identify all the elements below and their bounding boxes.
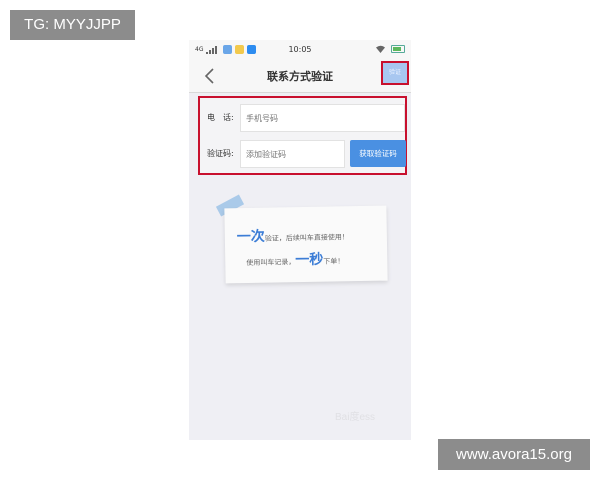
- contact-form: 电 话: 验证码: 获取验证码: [198, 96, 407, 175]
- phone-screen: 4G 10:05 联系方式验证 验证 电 话: 验证码:: [189, 40, 411, 440]
- info-note-card: 一次验证，后续叫车直接使用！ 使用叫车记录，一秒下单！: [224, 205, 388, 284]
- phone-label: 电 话:: [207, 113, 234, 122]
- note-emphasis-once: 一次: [236, 228, 265, 246]
- status-bar: 4G 10:05: [189, 40, 411, 60]
- note-line-1-text: 验证，后续叫车直接使用！: [264, 233, 349, 243]
- baidu-watermark: Bai度ess: [335, 412, 376, 423]
- code-row: 验证码: 获取验证码: [200, 140, 406, 168]
- note-line-2-pre: 使用叫车记录，: [246, 258, 296, 268]
- code-input[interactable]: [240, 140, 345, 168]
- phone-row: 电 话:: [200, 104, 405, 132]
- nav-bar: 联系方式验证 验证: [189, 60, 411, 93]
- note-line-1: 一次验证，后续叫车直接使用！: [237, 224, 349, 246]
- phone-input[interactable]: [240, 104, 405, 132]
- note-line-2: 使用叫车记录，一秒下单！: [246, 248, 344, 270]
- battery-icon: [391, 45, 405, 53]
- page-title: 联系方式验证: [267, 70, 333, 83]
- watermark-top-left: TG: MYYJJPP: [10, 10, 135, 40]
- watermark-bottom-right: www.avora15.org: [438, 439, 590, 470]
- code-label: 验证码:: [207, 149, 234, 158]
- get-code-button[interactable]: 获取验证码: [350, 140, 406, 167]
- verify-nav-button[interactable]: 验证: [381, 61, 409, 85]
- note-emphasis-second: 一秒: [295, 251, 324, 269]
- wifi-icon: [376, 45, 385, 53]
- status-right: [376, 45, 405, 53]
- note-line-2-post: 下单！: [323, 257, 345, 266]
